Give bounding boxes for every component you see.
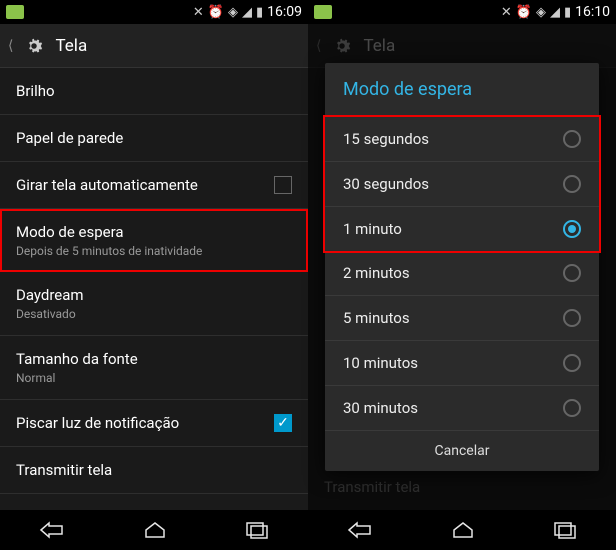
radio-icon: [563, 175, 581, 193]
phone-left: ✕ ⏰ ◈ ◢ ▮ 16:09 ⟨ Tela Brilho Papel de p…: [0, 0, 308, 550]
radio-icon: [563, 220, 581, 238]
nav-bar: [308, 510, 616, 550]
nav-recent-icon[interactable]: [553, 521, 577, 539]
item-transmitir-tela[interactable]: Transmitir tela: [0, 447, 308, 494]
app-badge-icon: [314, 5, 332, 19]
option-1m[interactable]: 1 minuto: [325, 207, 599, 251]
no-sim-icon: ✕: [193, 5, 204, 20]
cancel-button[interactable]: Cancelar: [325, 430, 599, 471]
nav-recent-icon[interactable]: [245, 521, 269, 539]
dialog-options: 15 segundos 30 segundos 1 minuto 2 minut…: [325, 115, 599, 430]
item-tamanho-fonte[interactable]: Tamanho da fonte Normal: [0, 336, 308, 400]
radio-icon: [563, 309, 581, 327]
gear-icon: [23, 35, 45, 57]
item-papel-de-parede[interactable]: Papel de parede: [0, 115, 308, 162]
nav-home-icon[interactable]: [450, 520, 476, 540]
no-sim-icon: ✕: [501, 5, 512, 20]
signal-icon: ◢: [242, 5, 252, 20]
option-30m[interactable]: 30 minutos: [325, 386, 599, 430]
battery-icon: ▮: [564, 5, 571, 20]
sleep-dialog: Modo de espera 15 segundos 30 segundos 1…: [325, 63, 599, 471]
highlight-box: 15 segundos 30 segundos 1 minuto: [323, 115, 601, 253]
alarm-icon: ⏰: [208, 5, 224, 20]
nav-back-icon[interactable]: [39, 520, 65, 540]
phone-right: ✕ ⏰ ◈ ◢ ▮ 16:10 ⟨ Tela Transmitir tela M…: [308, 0, 616, 550]
status-bar: ✕ ⏰ ◈ ◢ ▮ 16:09: [0, 0, 308, 24]
item-piscar-luz[interactable]: Piscar luz de notificação ✓: [0, 400, 308, 447]
back-icon[interactable]: ⟨: [8, 38, 13, 54]
radio-icon: [563, 264, 581, 282]
radio-icon: [563, 130, 581, 148]
page-title: Tela: [55, 36, 87, 56]
option-30s[interactable]: 30 segundos: [325, 162, 599, 207]
alarm-icon: ⏰: [516, 5, 532, 20]
wifi-icon: ◈: [228, 5, 238, 20]
nav-back-icon[interactable]: [347, 520, 373, 540]
checkbox-girar[interactable]: [274, 176, 292, 194]
nav-home-icon[interactable]: [142, 520, 168, 540]
dialog-title: Modo de espera: [325, 63, 599, 117]
battery-icon: ▮: [256, 5, 263, 20]
item-daydream[interactable]: Daydream Desativado: [0, 272, 308, 336]
clock: 16:10: [575, 4, 610, 20]
checkbox-piscar[interactable]: ✓: [274, 414, 292, 432]
radio-icon: [563, 354, 581, 372]
status-bar: ✕ ⏰ ◈ ◢ ▮ 16:10: [308, 0, 616, 24]
signal-icon: ◢: [550, 5, 560, 20]
title-bar: ⟨ Tela: [0, 24, 308, 68]
option-2m[interactable]: 2 minutos: [325, 251, 599, 296]
item-brilho[interactable]: Brilho: [0, 68, 308, 115]
wifi-icon: ◈: [536, 5, 546, 20]
option-10m[interactable]: 10 minutos: [325, 341, 599, 386]
item-modo-de-espera[interactable]: Modo de espera Depois de 5 minutos de in…: [0, 209, 308, 272]
option-15s[interactable]: 15 segundos: [325, 117, 599, 162]
item-girar-tela[interactable]: Girar tela automaticamente: [0, 162, 308, 209]
app-badge-icon: [6, 5, 24, 19]
radio-icon: [563, 399, 581, 417]
dialog-overlay: Modo de espera 15 segundos 30 segundos 1…: [308, 24, 616, 510]
clock: 16:09: [267, 4, 302, 20]
option-5m[interactable]: 5 minutos: [325, 296, 599, 341]
settings-list: Brilho Papel de parede Girar tela automa…: [0, 68, 308, 510]
nav-bar: [0, 510, 308, 550]
